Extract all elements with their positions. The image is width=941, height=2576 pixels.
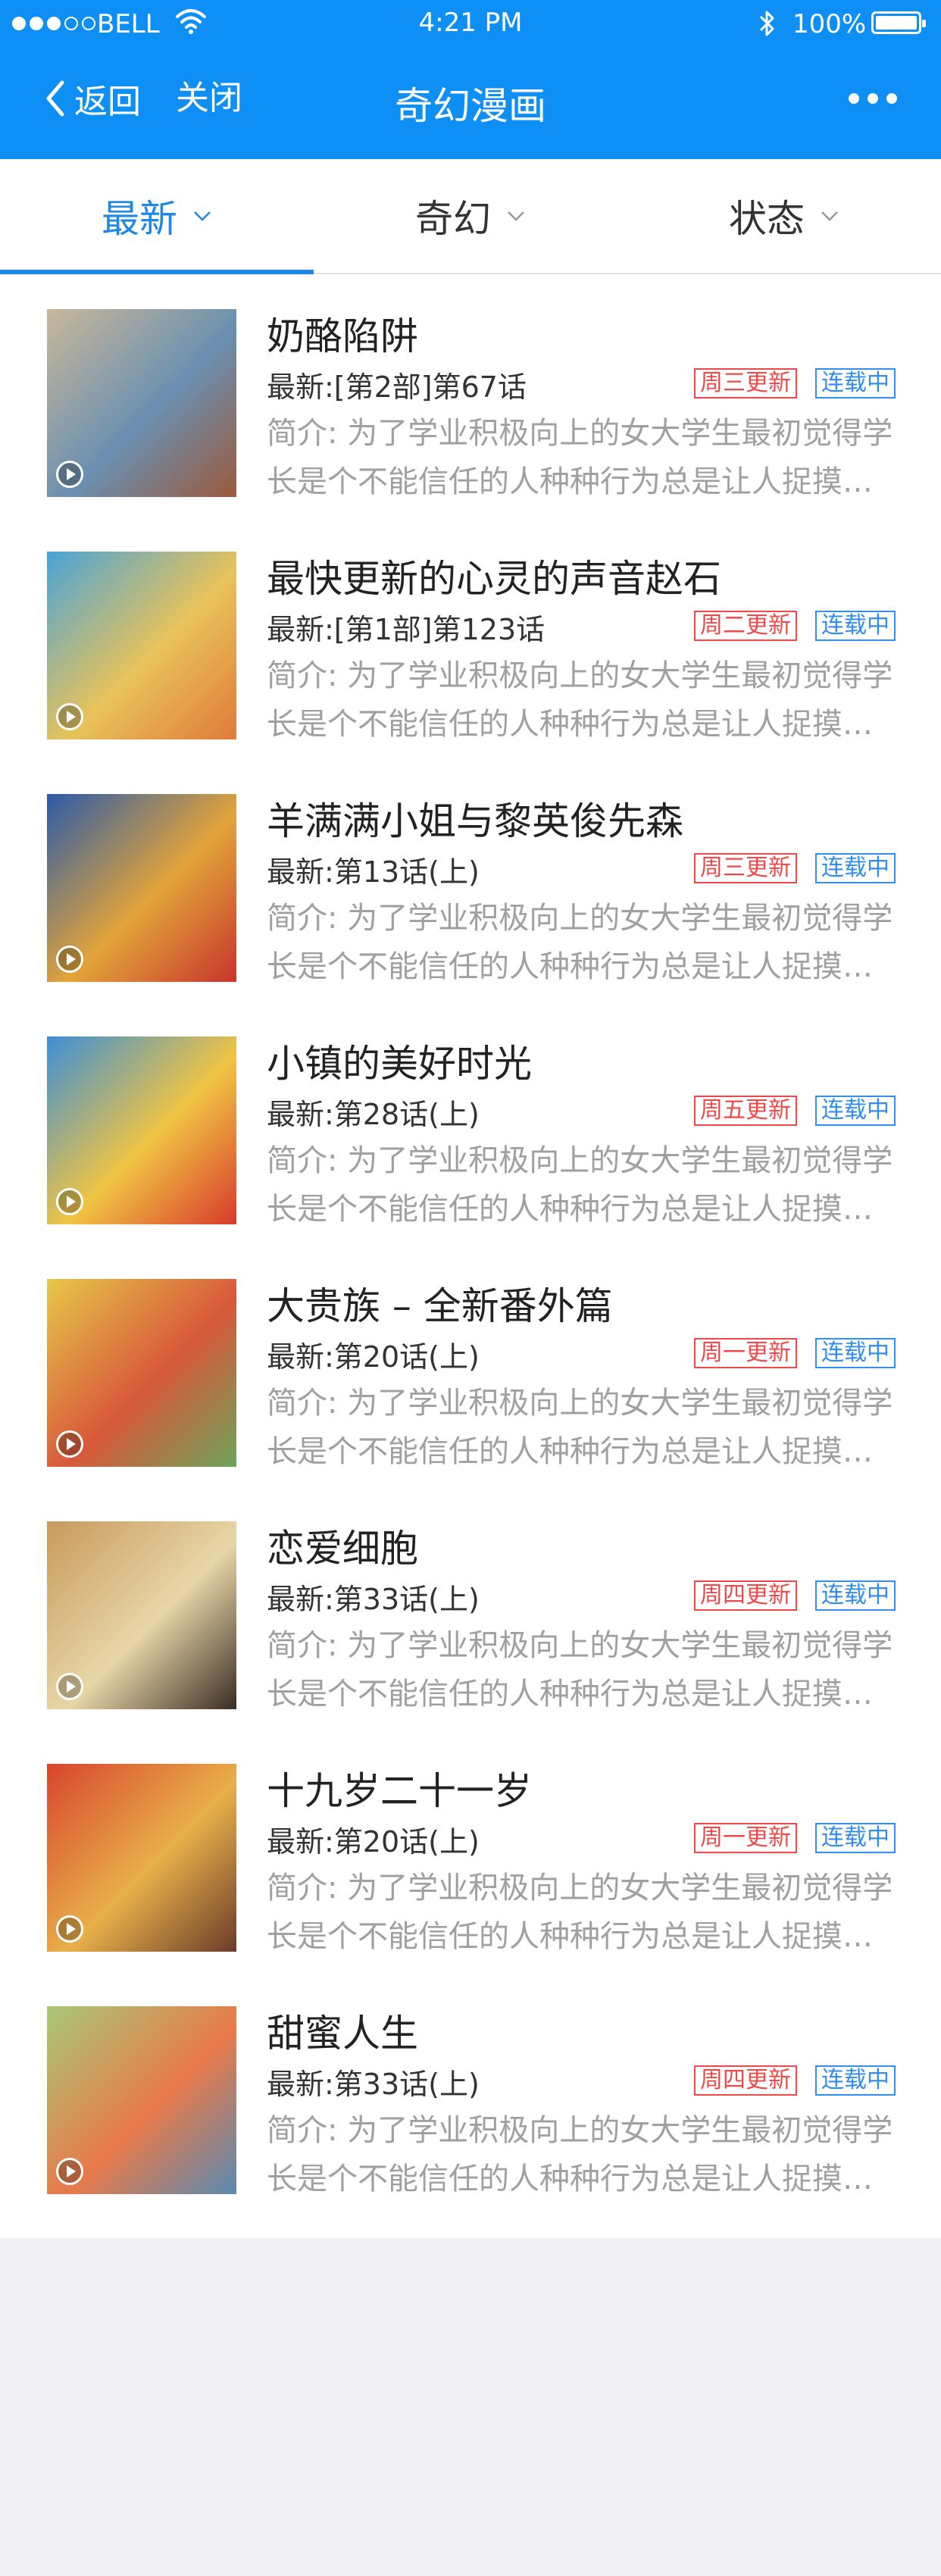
battery-icon <box>871 11 926 34</box>
bluetooth-icon <box>759 11 774 36</box>
status-badge: 连载中 <box>815 1823 896 1853</box>
latest-chapter: 最新:[第1部]第123话 <box>267 613 546 646</box>
tab-status[interactable]: 状态 <box>627 159 941 273</box>
tab-latest[interactable]: 最新 <box>0 159 314 273</box>
comic-cover <box>47 1764 236 1952</box>
status-badge: 连载中 <box>815 611 896 641</box>
latest-chapter: 最新:第20话(上) <box>267 1340 480 1374</box>
play-icon <box>56 703 83 730</box>
status-bar: BELL 4:21 PM 100% <box>0 0 941 47</box>
comic-cover <box>47 1279 236 1467</box>
tab-label: 最新 <box>102 197 177 241</box>
list-item[interactable]: 小镇的美好时光 最新:第28话(上) 周五更新 连载中 简介: 为了学业积极向上… <box>0 1002 941 1244</box>
latest-chapter: 最新:第33话(上) <box>267 1583 480 1616</box>
chevron-down-icon <box>821 211 838 221</box>
comic-description: 简介: 为了学业积极向上的女大学生最初觉得学长是个不能信任的人种种行为总是让人捉… <box>267 1143 893 1227</box>
status-badge: 连载中 <box>815 1580 896 1611</box>
chevron-down-icon <box>508 211 524 221</box>
status-badge: 连载中 <box>815 853 896 883</box>
tab-fantasy[interactable]: 奇幻 <box>314 159 627 273</box>
app-screen: BELL 4:21 PM 100% 返回 关闭 奇幻漫画 最新 奇幻 状态 奶酪… <box>0 0 941 2576</box>
play-icon <box>56 1188 83 1215</box>
tab-label: 奇幻 <box>415 197 491 241</box>
schedule-badge: 周五更新 <box>694 1096 797 1126</box>
nav-bar: 返回 关闭 奇幻漫画 <box>0 47 941 159</box>
list-item[interactable]: 大贵族 – 全新番外篇 最新:第20话(上) 周一更新 连载中 简介: 为了学业… <box>0 1244 941 1487</box>
schedule-badge: 周一更新 <box>694 1823 797 1853</box>
comic-title: 恋爱细胞 <box>267 1527 418 1571</box>
play-icon <box>56 1673 83 1700</box>
comic-description: 简介: 为了学业积极向上的女大学生最初觉得学长是个不能信任的人种种行为总是让人捉… <box>267 2113 893 2196</box>
list-item[interactable]: 最快更新的心灵的声音赵石 最新:[第1部]第123话 周二更新 连载中 简介: … <box>0 517 941 759</box>
filter-tabs: 最新 奇幻 状态 <box>0 159 941 274</box>
play-icon <box>56 1915 83 1943</box>
comic-description: 简介: 为了学业积极向上的女大学生最初觉得学长是个不能信任的人种种行为总是让人捉… <box>267 1628 893 1712</box>
comic-cover <box>47 794 236 982</box>
comic-cover <box>47 552 236 739</box>
schedule-badge: 周一更新 <box>694 1338 797 1368</box>
comic-cover <box>47 1521 236 1709</box>
comic-cover <box>47 309 236 497</box>
comic-description: 简介: 为了学业积极向上的女大学生最初觉得学长是个不能信任的人种种行为总是让人捉… <box>267 1871 893 1954</box>
battery-percent: 100% <box>793 9 867 39</box>
comic-list: 奶酪陷阱 最新:[第2部]第67话 周三更新 连载中 简介: 为了学业积极向上的… <box>0 274 941 2238</box>
comic-cover <box>47 1036 236 1224</box>
comic-description: 简介: 为了学业积极向上的女大学生最初觉得学长是个不能信任的人种种行为总是让人捉… <box>267 901 893 984</box>
comic-cover <box>47 2006 236 2194</box>
list-item[interactable]: 十九岁二十一岁 最新:第20话(上) 周一更新 连载中 简介: 为了学业积极向上… <box>0 1729 941 1971</box>
status-badge: 连载中 <box>815 2065 896 2096</box>
comic-title: 小镇的美好时光 <box>267 1042 532 1086</box>
schedule-badge: 周四更新 <box>694 2065 797 2096</box>
chevron-down-icon <box>194 211 211 221</box>
status-badge: 连载中 <box>815 368 896 399</box>
comic-description: 简介: 为了学业积极向上的女大学生最初觉得学长是个不能信任的人种种行为总是让人捉… <box>267 416 893 499</box>
latest-chapter: 最新:第20话(上) <box>267 1825 480 1859</box>
schedule-badge: 周三更新 <box>694 853 797 883</box>
schedule-badge: 周二更新 <box>694 611 797 641</box>
schedule-badge: 周三更新 <box>694 368 797 399</box>
latest-chapter: 最新:第13话(上) <box>267 855 480 889</box>
play-icon <box>56 1430 83 1458</box>
latest-chapter: 最新:第33话(上) <box>267 2068 480 2101</box>
comic-title: 甜蜜人生 <box>267 2012 418 2055</box>
comic-title: 奶酪陷阱 <box>267 314 418 358</box>
comic-title: 羊满满小姐与黎英俊先森 <box>267 799 683 843</box>
comic-title: 大贵族 – 全新番外篇 <box>267 1284 613 1328</box>
play-icon <box>56 461 83 488</box>
list-item[interactable]: 恋爱细胞 最新:第33话(上) 周四更新 连载中 简介: 为了学业积极向上的女大… <box>0 1487 941 1729</box>
play-icon <box>56 946 83 973</box>
latest-chapter: 最新:[第2部]第67话 <box>267 370 527 404</box>
list-item[interactable]: 甜蜜人生 最新:第33话(上) 周四更新 连载中 简介: 为了学业积极向上的女大… <box>0 1971 941 2214</box>
tab-label: 状态 <box>729 197 805 241</box>
latest-chapter: 最新:第28话(上) <box>267 1098 480 1131</box>
status-badge: 连载中 <box>815 1096 896 1126</box>
page-title: 奇幻漫画 <box>395 84 546 128</box>
play-icon <box>56 2158 83 2185</box>
status-badge: 连载中 <box>815 1338 896 1368</box>
comic-title: 最快更新的心灵的声音赵石 <box>267 557 721 601</box>
list-item[interactable]: 奶酪陷阱 最新:[第2部]第67话 周三更新 连载中 简介: 为了学业积极向上的… <box>0 274 941 517</box>
header: BELL 4:21 PM 100% 返回 关闭 奇幻漫画 <box>0 0 941 159</box>
schedule-badge: 周四更新 <box>694 1580 797 1611</box>
comic-title: 十九岁二十一岁 <box>267 1769 532 1813</box>
comic-description: 简介: 为了学业积极向上的女大学生最初觉得学长是个不能信任的人种种行为总是让人捉… <box>267 1386 893 1469</box>
more-options-button[interactable] <box>849 85 897 112</box>
comic-description: 简介: 为了学业积极向上的女大学生最初觉得学长是个不能信任的人种种行为总是让人捉… <box>267 658 893 742</box>
list-item[interactable]: 羊满满小姐与黎英俊先森 最新:第13话(上) 周三更新 连载中 简介: 为了学业… <box>0 759 941 1002</box>
